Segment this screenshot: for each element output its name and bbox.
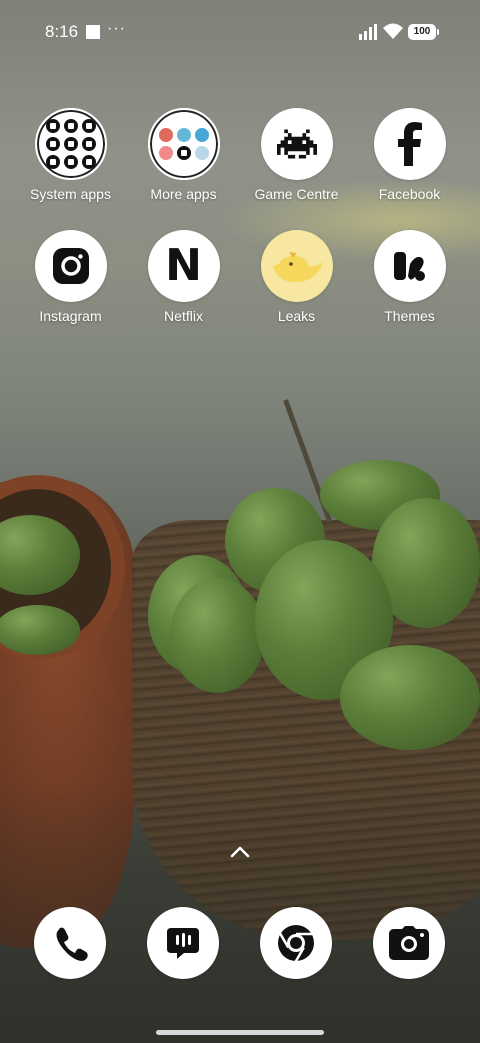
dock-camera[interactable]: [373, 907, 445, 979]
app-label: Facebook: [378, 186, 441, 202]
app-themes[interactable]: Themes: [353, 230, 466, 324]
app-label: Leaks: [277, 308, 316, 324]
themes-icon: [373, 230, 446, 302]
space-invader-icon: [260, 108, 333, 180]
mango: [170, 578, 265, 693]
folder-icon: [147, 108, 220, 180]
phone-icon: [34, 907, 106, 979]
more-notifications-icon: ···: [107, 20, 126, 37]
mini-app-icon: [158, 128, 173, 142]
mini-app-icon: [176, 128, 191, 142]
app-netflix[interactable]: N Netflix: [127, 230, 240, 324]
app-system-apps[interactable]: System apps: [14, 108, 127, 202]
dock-phone[interactable]: [34, 907, 106, 979]
status-bar: 8:16 ··· 100: [0, 0, 480, 64]
chevron-up-icon[interactable]: [228, 842, 252, 860]
netflix-icon: N: [147, 230, 220, 302]
mini-app-icon: [194, 146, 209, 160]
facebook-icon: [373, 108, 446, 180]
mini-app-icon: [45, 155, 60, 169]
mini-app-icon: [81, 119, 96, 133]
app-game-centre[interactable]: Game Centre: [240, 108, 353, 202]
app-more-apps[interactable]: More apps: [127, 108, 240, 202]
camera-icon: [373, 907, 445, 979]
app-instagram[interactable]: Instagram: [14, 230, 127, 324]
home-gesture-bar[interactable]: [156, 1030, 324, 1035]
mini-app-icon: [81, 137, 96, 151]
mini-app-icon: [63, 155, 78, 169]
instagram-icon: [34, 230, 107, 302]
mini-app-icon: [81, 155, 96, 169]
app-label: System apps: [30, 186, 111, 202]
app-facebook[interactable]: Facebook: [353, 108, 466, 202]
app-label: Netflix: [164, 308, 203, 324]
dock-messages[interactable]: [147, 907, 219, 979]
mini-app-icon: [194, 128, 209, 142]
battery-icon: 100: [408, 24, 439, 40]
wifi-icon: [383, 23, 403, 39]
mango: [340, 645, 480, 750]
app-label: Themes: [384, 308, 435, 324]
folder-icon: [34, 108, 107, 180]
mini-app-icon: [176, 146, 191, 160]
mini-app-icon: [45, 119, 60, 133]
dock-chrome[interactable]: [260, 907, 332, 979]
chick-icon: [260, 230, 333, 302]
signal-icon: [359, 24, 377, 40]
mini-app-icon: [45, 137, 60, 151]
app-label: Instagram: [39, 308, 102, 324]
messages-icon: [147, 907, 219, 979]
app-label: Game Centre: [254, 186, 339, 202]
mini-app-icon: [63, 119, 78, 133]
netflix-letter: N: [165, 240, 202, 291]
notification-square-icon: [86, 25, 100, 39]
chrome-icon: [260, 907, 332, 979]
status-time: 8:16: [45, 22, 79, 41]
mini-app-icon: [63, 137, 78, 151]
app-leaks[interactable]: Leaks: [240, 230, 353, 324]
app-label: More apps: [150, 186, 217, 202]
mini-app-icon: [158, 146, 173, 160]
